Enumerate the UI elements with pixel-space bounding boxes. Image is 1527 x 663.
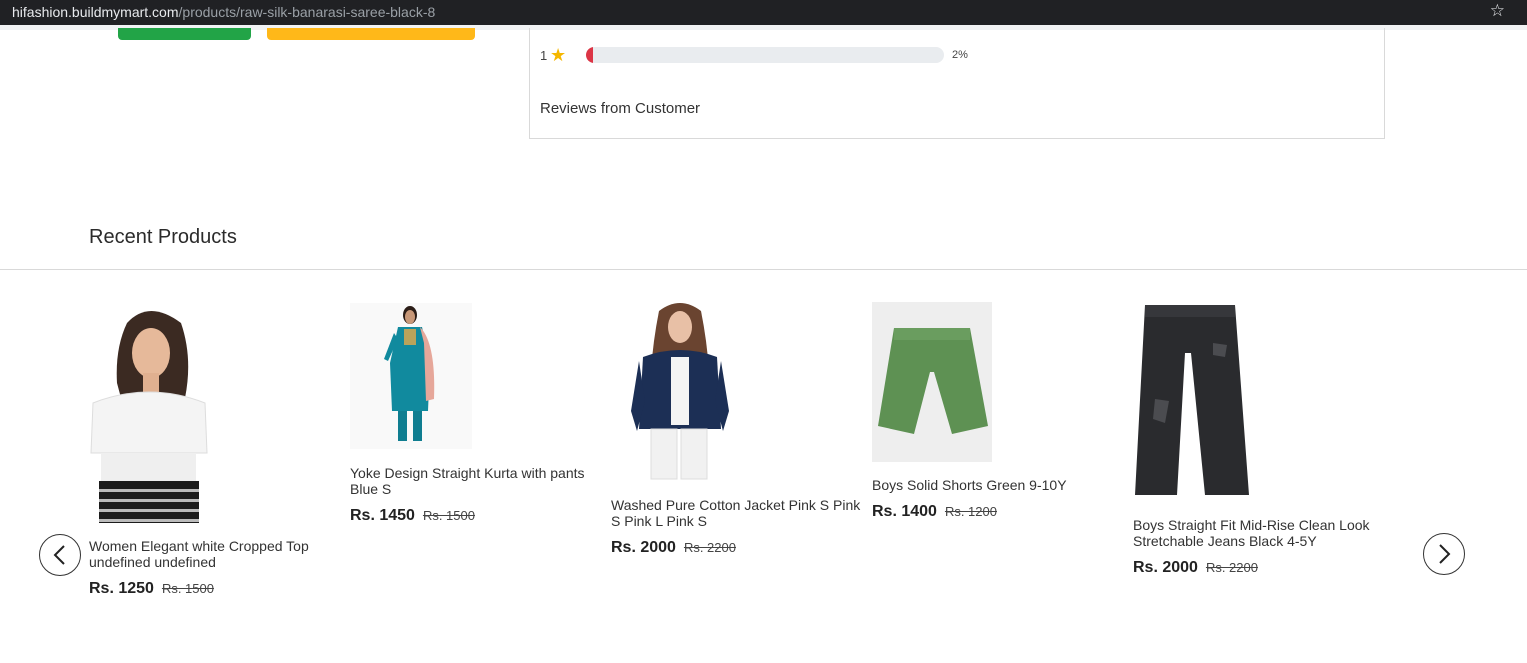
product-image[interactable]	[872, 302, 992, 462]
product-price: Rs. 2000	[1133, 559, 1198, 576]
rating-percent: 2%	[952, 49, 968, 61]
product-name[interactable]: Boys Straight Fit Mid-Rise Clean Look St…	[1133, 517, 1383, 549]
product-old-price: Rs. 1500	[422, 508, 475, 523]
price-row: Rs. 2000 Rs. 2200	[1133, 559, 1258, 577]
price-row: Rs. 2000 Rs. 2200	[611, 539, 736, 557]
price-row: Rs. 1450 Rs. 1500	[350, 507, 475, 525]
url-host: hifashion.buildmymart.com	[12, 4, 179, 20]
product-name[interactable]: Women Elegant white Cropped Top undefine…	[89, 538, 319, 570]
carousel-prev-button[interactable]	[39, 534, 81, 576]
product-price: Rs. 2000	[611, 539, 676, 556]
reviews-heading: Reviews from Customer	[540, 100, 701, 117]
product-name[interactable]: Yoke Design Straight Kurta with pants Bl…	[350, 465, 590, 497]
add-to-cart-button[interactable]	[267, 28, 475, 40]
url-text[interactable]: hifashion.buildmymart.com/products/raw-s…	[12, 4, 435, 20]
rating-progress-fill	[586, 47, 594, 63]
product-image[interactable]	[89, 303, 209, 523]
carousel-next-button[interactable]	[1423, 533, 1465, 575]
product-image[interactable]	[1133, 303, 1253, 499]
price-row: Rs. 1250 Rs. 1500	[89, 580, 214, 598]
section-title: Recent Products	[89, 226, 237, 248]
url-path: /products/raw-silk-banarasi-saree-black-…	[178, 4, 436, 20]
rating-star-count: 1	[540, 47, 548, 63]
product-name[interactable]: Boys Solid Shorts Green 9-10Y	[872, 477, 1112, 493]
product-old-price: Rs. 1200	[944, 504, 997, 519]
rating-progress-bar	[586, 47, 944, 63]
browser-address-bar[interactable]: hifashion.buildmymart.com/products/raw-s…	[0, 0, 1527, 25]
product-price: Rs. 1400	[872, 503, 937, 520]
rating-row-1-star: 1 ★ 2%	[540, 45, 968, 65]
chevron-left-icon	[53, 545, 65, 565]
buy-now-button[interactable]	[118, 28, 251, 40]
product-old-price: Rs. 1500	[161, 581, 214, 596]
rating-summary-panel: 1 ★ 2% Reviews from Customer	[529, 28, 1385, 139]
product-price: Rs. 1250	[89, 580, 154, 597]
bookmark-star-icon[interactable]: ☆	[1490, 1, 1505, 21]
product-image[interactable]	[350, 303, 472, 449]
product-price: Rs. 1450	[350, 507, 415, 524]
product-old-price: Rs. 2200	[1205, 560, 1258, 575]
section-divider	[0, 269, 1527, 270]
star-icon: ★	[550, 45, 567, 65]
product-name[interactable]: Washed Pure Cotton Jacket Pink S Pink S …	[611, 497, 861, 529]
price-row: Rs. 1400 Rs. 1200	[872, 503, 997, 521]
product-image[interactable]	[625, 301, 735, 483]
chevron-right-icon	[1439, 544, 1451, 564]
product-old-price: Rs. 2200	[683, 540, 736, 555]
